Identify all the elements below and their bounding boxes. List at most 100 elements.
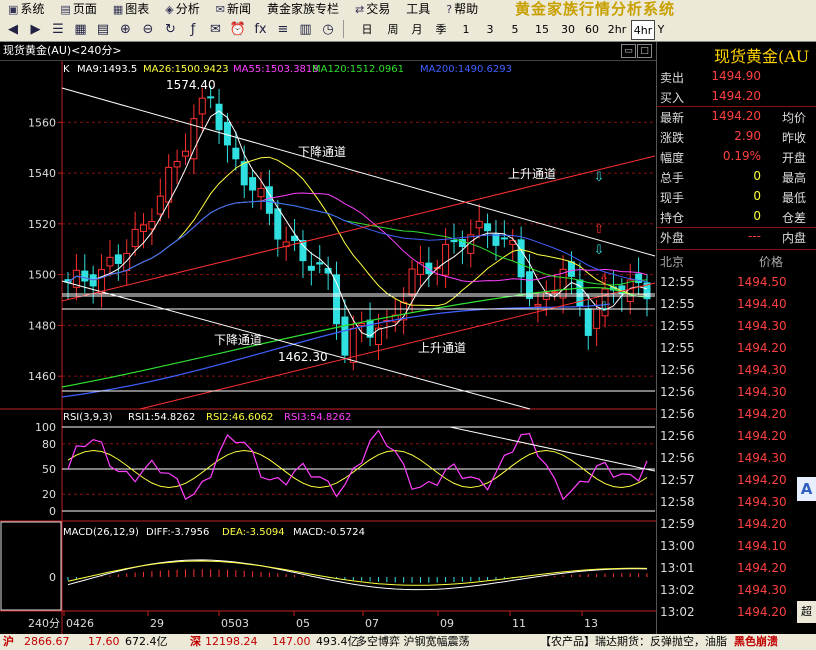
quote-value: 2.90 bbox=[734, 129, 761, 143]
toolbar: ◀ ▶ ☰ ▦ ▤ ⊕ ⊖ ↻ ƒ ✉ ⏰ fx ≡ ▥ ◷ 日周月季 1 3 5 15 30 60 2hr 4hr Y bbox=[0, 17, 816, 42]
period-月[interactable]: 月 bbox=[408, 20, 426, 38]
tick-time: 12:55 bbox=[660, 319, 695, 333]
restore-button[interactable]: ▭ bbox=[621, 44, 636, 58]
period-5[interactable]: 5 bbox=[506, 20, 524, 38]
tick-price: 1494.20 bbox=[737, 407, 787, 421]
menu-item-2[interactable]: ▦ 图表 bbox=[105, 0, 157, 17]
candle-body bbox=[232, 147, 240, 160]
x-tick-label: 09 bbox=[440, 617, 454, 630]
tick-row: 13:02 1494.30 bbox=[657, 580, 816, 602]
formula-icon[interactable]: ƒ bbox=[184, 20, 202, 38]
candle-body bbox=[299, 240, 307, 262]
status-item-9: 【农产品】瑞达期货：反弹抛空，油脂 bbox=[540, 635, 727, 648]
period-4hr[interactable]: 4hr bbox=[631, 20, 655, 40]
zoom-in-icon[interactable]: ⊕ bbox=[117, 20, 135, 38]
period-15[interactable]: 15 bbox=[531, 20, 553, 38]
candle-body bbox=[626, 279, 634, 302]
table-icon[interactable]: ▤ bbox=[94, 20, 112, 38]
menu-item-label: 黄金家族专栏 bbox=[266, 2, 339, 16]
menu-item-8[interactable]: ? 帮助 bbox=[438, 0, 486, 17]
ma-legend: MA55:1503.3818 bbox=[233, 64, 319, 75]
alarm-icon[interactable]: ⏰ bbox=[229, 20, 247, 38]
tick-price: 1494.20 bbox=[737, 561, 787, 575]
tick-price: 1494.20 bbox=[737, 605, 787, 619]
refresh-icon[interactable]: ↻ bbox=[162, 20, 180, 38]
candlestick-chart[interactable]: 1560 1540 1520 1500 1480 1460 1574.40 1462.30 下降… bbox=[0, 61, 656, 634]
period-2hr[interactable]: 2hr bbox=[606, 20, 628, 38]
tick-row: 12:58 1494.30 bbox=[657, 492, 816, 514]
bar-chart-icon[interactable]: ▥ bbox=[297, 20, 315, 38]
maximize-button[interactable]: □ bbox=[637, 44, 652, 58]
fx-icon[interactable]: fx bbox=[252, 20, 270, 38]
toolbar-separator bbox=[343, 20, 344, 38]
candle-body bbox=[131, 228, 139, 248]
candle-body bbox=[408, 268, 416, 296]
forward-arrow-icon[interactable]: ▶ bbox=[27, 20, 45, 38]
ma-legend: K bbox=[63, 64, 70, 75]
status-item-7: 493.4亿 bbox=[316, 635, 359, 648]
annotation-low: 1462.30 bbox=[278, 350, 328, 364]
menu-item-label: 图表 bbox=[125, 2, 150, 16]
grid-icon[interactable]: ▦ bbox=[72, 20, 90, 38]
menu-item-3[interactable]: ◈ 分析 bbox=[157, 0, 207, 17]
quote-label-2: 最低 bbox=[782, 191, 807, 205]
period-季[interactable]: 季 bbox=[432, 20, 450, 38]
menu-item-5[interactable]: 黄金家族专栏 bbox=[259, 0, 347, 17]
signal-arrow-icon: ⇩ bbox=[594, 170, 605, 185]
side-b-button[interactable]: 超 bbox=[797, 601, 816, 623]
rsi-tick-label: 50 bbox=[42, 463, 56, 476]
period-3[interactable]: 3 bbox=[481, 20, 499, 38]
quote-row: 幅度 0.19% 开盘 bbox=[657, 146, 816, 166]
period-Y[interactable]: Y bbox=[654, 20, 668, 38]
period-周[interactable]: 周 bbox=[384, 20, 402, 38]
tick-time: 12:56 bbox=[660, 407, 695, 421]
candle-body bbox=[165, 166, 173, 203]
candle-body bbox=[274, 208, 282, 240]
menu-item-7[interactable]: 工具 bbox=[398, 0, 438, 17]
tick-time: 12:58 bbox=[660, 495, 695, 509]
rsi-tick-label: 80 bbox=[42, 438, 56, 451]
menu-item-4[interactable]: ✉ 新闻 bbox=[208, 0, 259, 17]
menu-item-6[interactable]: ⇄ 交易 bbox=[347, 0, 398, 17]
candle-body bbox=[534, 303, 542, 307]
quote-label-2: 均价 bbox=[782, 111, 807, 125]
menu-item-1[interactable]: ▤ 页面 bbox=[52, 0, 104, 17]
tick-time: 13:01 bbox=[660, 561, 695, 575]
quote-value: 1494.20 bbox=[711, 109, 761, 123]
ticks-header: 北京 价格 bbox=[657, 250, 816, 270]
quote-row: 最新 1494.20 均价 bbox=[657, 106, 816, 126]
period-1[interactable]: 1 bbox=[457, 20, 475, 38]
align-icon[interactable]: ≡ bbox=[274, 20, 292, 38]
tick-price: 1494.30 bbox=[737, 319, 787, 333]
time-icon[interactable]: ◷ bbox=[319, 20, 337, 38]
zoom-out-icon[interactable]: ⊖ bbox=[139, 20, 157, 38]
back-arrow-icon[interactable]: ◀ bbox=[4, 20, 22, 38]
candle-body bbox=[584, 308, 592, 336]
candle-body bbox=[475, 220, 483, 229]
status-item-10: 黑色崩溃 bbox=[734, 635, 778, 648]
macd-legend: DEA:-3.5094 bbox=[222, 527, 285, 538]
y-tick-label: 1480 bbox=[28, 319, 56, 332]
side-a-button[interactable]: A bbox=[797, 477, 816, 501]
macd-legend: DIFF:-3.7956 bbox=[146, 527, 209, 538]
tick-time: 13:02 bbox=[660, 605, 695, 619]
candle-body bbox=[140, 224, 148, 232]
tick-time: 12:56 bbox=[660, 429, 695, 443]
period-60[interactable]: 60 bbox=[581, 20, 603, 38]
mail-icon[interactable]: ✉ bbox=[207, 20, 225, 38]
tick-row: 12:55 1494.20 bbox=[657, 338, 816, 360]
tick-time: 12:56 bbox=[660, 451, 695, 465]
period-日[interactable]: 日 bbox=[358, 20, 376, 38]
tick-row: 12:56 1494.20 bbox=[657, 426, 816, 448]
tick-price: 1494.30 bbox=[737, 385, 787, 399]
period-30[interactable]: 30 bbox=[557, 20, 579, 38]
tick-time: 12:56 bbox=[660, 363, 695, 377]
quote-value: 0 bbox=[753, 189, 761, 203]
rsi-legend: RSI3:54.8262 bbox=[284, 412, 351, 423]
menu-item-0[interactable]: ▣ 系统 bbox=[0, 0, 52, 17]
y-tick-label: 1520 bbox=[28, 218, 56, 231]
list-icon[interactable]: ☰ bbox=[49, 20, 67, 38]
analysis-icon: ◈ bbox=[165, 3, 174, 16]
tick-price: 1494.30 bbox=[737, 583, 787, 597]
annotation-channel-up: 上升通道 bbox=[418, 341, 466, 355]
